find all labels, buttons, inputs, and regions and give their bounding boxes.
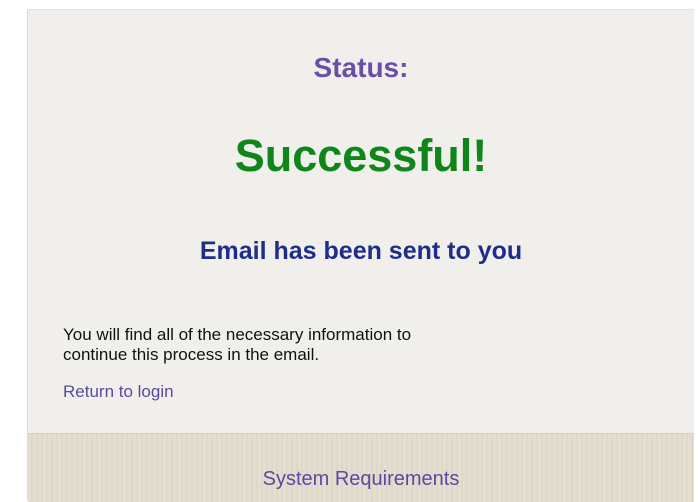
status-value: Successful! (234, 130, 488, 181)
status-panel: Status: Successful! Email has been sent … (27, 9, 694, 502)
status-label: Status: (313, 52, 409, 83)
system-requirements-link[interactable]: System Requirements (28, 468, 694, 491)
footer-bar: System Requirements (28, 433, 694, 502)
email-sent-message: Email has been sent to you (199, 237, 523, 265)
info-text-line-1: You will find all of the necessary infor… (63, 325, 412, 344)
info-text: You will find all of the necessary infor… (63, 325, 623, 365)
return-to-login-link[interactable]: Return to login (63, 382, 174, 402)
info-text-line-2: continue this process in the email. (63, 345, 320, 364)
